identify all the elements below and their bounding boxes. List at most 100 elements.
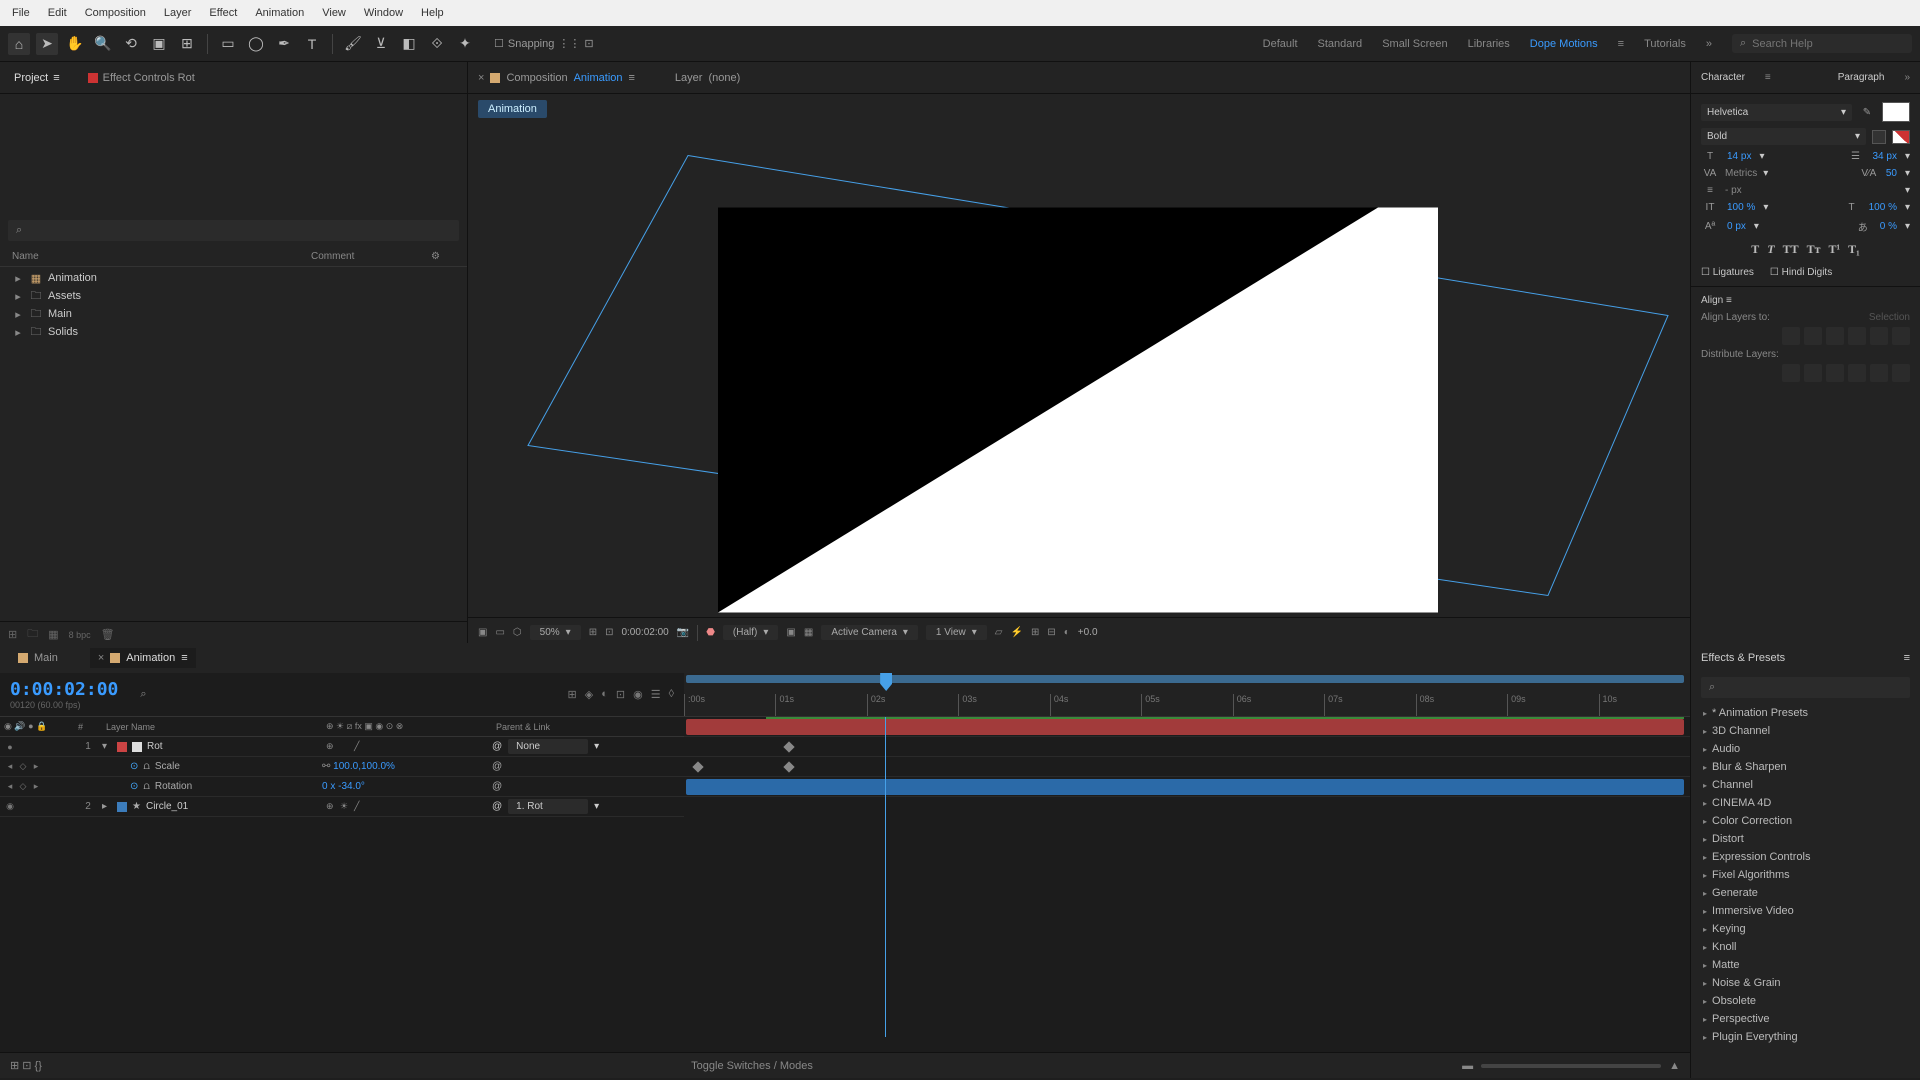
snap-options-icon[interactable]: ⋮⋮: [558, 37, 580, 50]
zoom-out-icon[interactable]: ▬: [1462, 1060, 1473, 1072]
hindi-digits-checkbox[interactable]: ☐ Hindi Digits: [1770, 267, 1832, 278]
no-fill-icon[interactable]: [1872, 130, 1886, 144]
help-search-input[interactable]: [1752, 38, 1904, 50]
views-dropdown[interactable]: 1 View▾: [926, 625, 987, 640]
stroke-width-value[interactable]: - px: [1725, 185, 1742, 196]
tab-layer-viewer[interactable]: Layer (none): [675, 72, 740, 84]
tab-paragraph[interactable]: Paragraph: [1838, 72, 1885, 83]
link-icon[interactable]: ⚯: [322, 761, 330, 772]
align-right-button[interactable]: [1826, 327, 1844, 345]
col-comment[interactable]: Comment: [311, 251, 431, 262]
timeline-zoom-slider[interactable]: [1481, 1064, 1661, 1068]
workspace-dopemotions[interactable]: Dope Motions: [1530, 38, 1598, 50]
align-hcenter-button[interactable]: [1804, 327, 1822, 345]
menu-help[interactable]: Help: [413, 3, 452, 23]
exposure-value[interactable]: +0.0: [1078, 627, 1098, 638]
label-color-icon[interactable]: [117, 802, 127, 812]
add-keyframe-icon[interactable]: ◇: [17, 781, 29, 792]
ellipse-tool-icon[interactable]: ◯: [245, 33, 267, 55]
align-bottom-button[interactable]: [1892, 327, 1910, 345]
project-search[interactable]: ⌕: [8, 220, 459, 241]
pickwhip-icon[interactable]: @: [492, 781, 502, 792]
bold-button[interactable]: T: [1751, 242, 1759, 257]
panel-menu-icon[interactable]: ≡: [1726, 295, 1732, 306]
overflow-icon[interactable]: »: [1706, 38, 1712, 50]
pan-behind-tool-icon[interactable]: ⊞: [176, 33, 198, 55]
align-top-button[interactable]: [1848, 327, 1866, 345]
solo-column-icon[interactable]: ●: [28, 721, 33, 731]
panel-menu-icon[interactable]: ≡: [181, 652, 187, 664]
effects-category[interactable]: * Animation Presets: [1699, 704, 1912, 722]
superscript-button[interactable]: T¹: [1829, 242, 1841, 257]
toggle-switches-modes-button[interactable]: Toggle Switches / Modes: [691, 1060, 813, 1072]
roto-brush-tool-icon[interactable]: ⟐: [426, 33, 448, 55]
workspace-menu-icon[interactable]: ≡: [1618, 38, 1624, 50]
italic-button[interactable]: T: [1767, 242, 1774, 257]
timeline-tab-main[interactable]: Main: [10, 648, 66, 668]
align-to-dropdown[interactable]: Selection: [1869, 312, 1910, 323]
channel-icon[interactable]: ▭: [495, 627, 504, 638]
time-ruler[interactable]: :00s 01s 02s 03s 04s 05s 06s 07s 08s 09s…: [684, 673, 1690, 716]
eraser-tool-icon[interactable]: ◧: [398, 33, 420, 55]
motion-blur-icon[interactable]: ◉: [633, 688, 643, 701]
effects-category[interactable]: Blur & Sharpen: [1699, 758, 1912, 776]
subscript-button[interactable]: T₁: [1848, 242, 1860, 257]
track-area[interactable]: [684, 717, 1690, 817]
work-area-bar[interactable]: [686, 675, 1684, 683]
effects-category[interactable]: Fixel Algorithms: [1699, 866, 1912, 884]
effects-category[interactable]: Knoll: [1699, 938, 1912, 956]
next-keyframe-icon[interactable]: ▸: [30, 781, 42, 792]
hand-tool-icon[interactable]: ✋: [64, 33, 86, 55]
workspace-default[interactable]: Default: [1263, 38, 1298, 50]
grid-icon[interactable]: ⊡: [605, 627, 613, 638]
keyframe-icon[interactable]: [692, 761, 703, 772]
collapse-switch-icon[interactable]: ☀: [340, 801, 352, 812]
layername-column-header[interactable]: Layer Name: [106, 722, 326, 732]
parent-dropdown[interactable]: 1. Rot: [508, 799, 588, 814]
effects-category[interactable]: Color Correction: [1699, 812, 1912, 830]
distribute-vcenter-button[interactable]: [1804, 364, 1822, 382]
effects-category[interactable]: Immersive Video: [1699, 902, 1912, 920]
shy-switch-icon[interactable]: ⊕: [326, 741, 338, 752]
exposure-reset-icon[interactable]: ◐: [1064, 627, 1070, 638]
tab-project[interactable]: Project ≡: [8, 68, 66, 88]
color-mgmt-icon[interactable]: ⬣: [706, 627, 715, 638]
next-keyframe-icon[interactable]: ▸: [30, 761, 42, 772]
brush-tool-icon[interactable]: 🖌: [342, 33, 364, 55]
menu-view[interactable]: View: [314, 3, 354, 23]
prev-keyframe-icon[interactable]: ◂: [4, 761, 16, 772]
effects-category[interactable]: Audio: [1699, 740, 1912, 758]
menu-file[interactable]: File: [4, 3, 38, 23]
effects-category[interactable]: 3D Channel: [1699, 722, 1912, 740]
font-style-dropdown[interactable]: Bold▾: [1701, 128, 1866, 145]
pickwhip-icon[interactable]: @: [492, 801, 502, 812]
comp-mini-flowchart-icon[interactable]: ⊞: [568, 688, 577, 701]
panel-menu-icon[interactable]: ≡: [629, 72, 635, 84]
pen-tool-icon[interactable]: ✒: [273, 33, 295, 55]
flowchart-icon[interactable]: ⊟: [1047, 627, 1055, 638]
label-color-icon[interactable]: [117, 742, 127, 752]
comp-breadcrumb[interactable]: Animation: [478, 100, 547, 118]
snapping-toggle[interactable]: ☐ Snapping ⋮⋮ ⊡: [494, 37, 594, 50]
stopwatch-icon[interactable]: ⊙: [130, 781, 138, 792]
camera-dropdown[interactable]: Active Camera▾: [821, 625, 918, 640]
stopwatch-icon[interactable]: ⊙: [130, 761, 138, 772]
snapshot-icon[interactable]: 📷: [677, 627, 689, 638]
eyedropper-icon[interactable]: ✎: [1858, 107, 1876, 118]
smallcaps-button[interactable]: Tᴛ: [1807, 242, 1821, 257]
keyframe-icon[interactable]: [783, 741, 794, 752]
effects-category[interactable]: Distort: [1699, 830, 1912, 848]
graph-editor-icon[interactable]: ☰: [651, 688, 661, 701]
fx-switch-icon[interactable]: ╱: [354, 801, 366, 812]
parent-dropdown[interactable]: None: [508, 739, 588, 754]
baseline-value[interactable]: 0 px: [1725, 221, 1748, 232]
snap-grid-icon[interactable]: ⊡: [584, 37, 593, 50]
project-item-solids[interactable]: ▸ 🗀 Solids: [8, 323, 459, 341]
project-item-assets[interactable]: ▸ 🗀 Assets: [8, 287, 459, 305]
timeline-options-icon[interactable]: ⊞ ⊡ {}: [10, 1059, 42, 1072]
add-keyframe-icon[interactable]: ◇: [17, 761, 29, 772]
keyframe-icon[interactable]: [783, 761, 794, 772]
font-size-value[interactable]: 14 px: [1725, 151, 1753, 162]
type-tool-icon[interactable]: T: [301, 33, 323, 55]
distribute-top-button[interactable]: [1782, 364, 1800, 382]
